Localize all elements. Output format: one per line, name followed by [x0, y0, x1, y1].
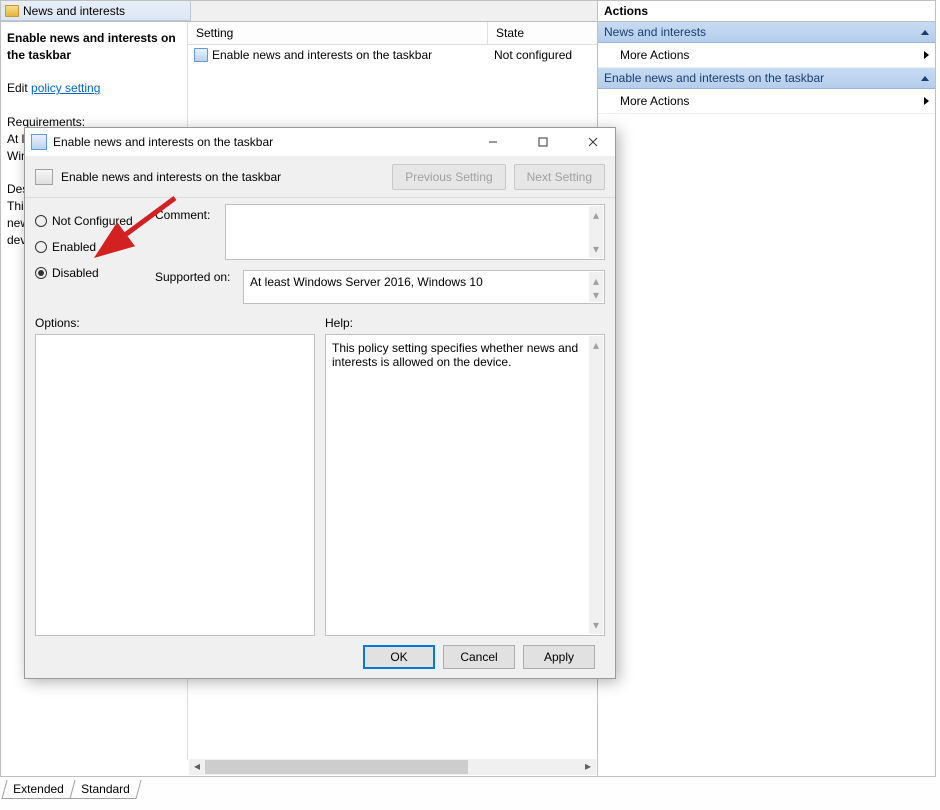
actions-more-2[interactable]: More Actions	[598, 89, 935, 114]
next-setting-button[interactable]: Next Setting	[514, 164, 605, 190]
supported-value: At least Windows Server 2016, Windows 10	[250, 275, 483, 289]
actions-section-label: News and interests	[604, 25, 706, 39]
close-button[interactable]	[571, 128, 615, 156]
ok-button[interactable]: OK	[363, 645, 435, 669]
chevron-right-icon	[924, 97, 929, 105]
radio-not-configured[interactable]: Not Configured	[35, 208, 145, 234]
policy-dialog: Enable news and interests on the taskbar…	[24, 127, 616, 679]
radio-label: Disabled	[52, 266, 99, 280]
dialog-titlebar[interactable]: Enable news and interests on the taskbar	[25, 128, 615, 156]
setting-name: Enable news and interests on the taskbar	[212, 48, 432, 62]
maximize-button[interactable]	[521, 128, 565, 156]
help-box: This policy setting specifies whether ne…	[325, 334, 605, 636]
dialog-subheader: Enable news and interests on the taskbar…	[25, 156, 615, 198]
chevron-right-icon	[924, 51, 929, 59]
header-setting[interactable]: Setting	[188, 22, 488, 44]
settings-header: Setting State	[188, 22, 597, 45]
radio-group: Not Configured Enabled Disabled	[35, 204, 145, 304]
settings-row[interactable]: Enable news and interests on the taskbar…	[188, 45, 597, 65]
actions-title: Actions	[598, 1, 935, 22]
actions-section-enable[interactable]: Enable news and interests on the taskbar	[598, 68, 935, 89]
tab-extended[interactable]: Extended	[1, 780, 75, 799]
supported-field: At least Windows Server 2016, Windows 10…	[243, 270, 605, 304]
horizontal-scrollbar[interactable]: ◂ ▸	[189, 759, 596, 775]
help-text: This policy setting specifies whether ne…	[332, 341, 578, 369]
close-icon	[588, 137, 598, 147]
actions-section-news[interactable]: News and interests	[598, 22, 935, 43]
help-label: Help:	[325, 316, 605, 334]
scrollbar-icon[interactable]: ▴▾	[589, 336, 603, 634]
dialog-icon	[31, 134, 47, 150]
edit-prefix: Edit	[7, 81, 31, 95]
scrollbar-icon[interactable]: ▴▾	[589, 206, 603, 258]
scroll-right-icon[interactable]: ▸	[580, 759, 596, 775]
breadcrumb-title: News and interests	[23, 4, 125, 18]
minimize-icon	[488, 137, 498, 147]
breadcrumb-wrap: News and interests	[1, 1, 597, 22]
actions-section-label-2: Enable news and interests on the taskbar	[604, 71, 824, 85]
tab-standard[interactable]: Standard	[69, 780, 141, 799]
edit-link-row: Edit policy setting	[7, 80, 181, 97]
folder-icon	[5, 5, 19, 17]
radio-icon	[35, 267, 47, 279]
radio-enabled[interactable]: Enabled	[35, 234, 145, 260]
radio-icon	[35, 215, 47, 227]
minimize-button[interactable]	[471, 128, 515, 156]
radio-label: Not Configured	[52, 214, 133, 228]
radio-icon	[35, 241, 47, 253]
actions-pane: Actions News and interests More Actions …	[598, 0, 936, 777]
radio-label: Enabled	[52, 240, 96, 254]
actions-more-1[interactable]: More Actions	[598, 43, 935, 68]
options-box	[35, 334, 315, 636]
edit-policy-link[interactable]: policy setting	[31, 81, 100, 95]
collapse-icon	[921, 30, 929, 35]
dialog-body: Not Configured Enabled Disabled Comment:…	[25, 198, 615, 678]
actions-item-label-2: More Actions	[620, 94, 689, 108]
actions-item-label: More Actions	[620, 48, 689, 62]
policy-title: Enable news and interests on the taskbar	[7, 30, 181, 64]
previous-setting-button[interactable]: Previous Setting	[392, 164, 505, 190]
apply-button[interactable]: Apply	[523, 645, 595, 669]
bottom-tabs: Extended Standard	[4, 780, 137, 799]
policy-icon	[194, 48, 208, 62]
supported-label: Supported on:	[155, 266, 233, 304]
dialog-subtitle: Enable news and interests on the taskbar	[61, 170, 281, 184]
setting-state: Not configured	[488, 45, 597, 65]
scrollbar-icon[interactable]: ▴▾	[589, 272, 603, 302]
radio-disabled[interactable]: Disabled	[35, 260, 145, 286]
cancel-button[interactable]: Cancel	[443, 645, 515, 669]
breadcrumb-bar[interactable]: News and interests	[1, 1, 191, 21]
comment-label: Comment:	[155, 204, 215, 260]
scroll-left-icon[interactable]: ◂	[189, 759, 205, 775]
maximize-icon	[538, 137, 548, 147]
policy-large-icon	[35, 169, 53, 185]
options-label: Options:	[35, 316, 315, 334]
collapse-icon	[921, 76, 929, 81]
scroll-thumb[interactable]	[205, 760, 468, 774]
header-state[interactable]: State	[488, 22, 597, 44]
comment-field[interactable]: ▴▾	[225, 204, 605, 260]
dialog-footer: OK Cancel Apply	[35, 636, 605, 678]
dialog-title: Enable news and interests on the taskbar	[53, 135, 273, 149]
scroll-track[interactable]	[205, 759, 580, 775]
